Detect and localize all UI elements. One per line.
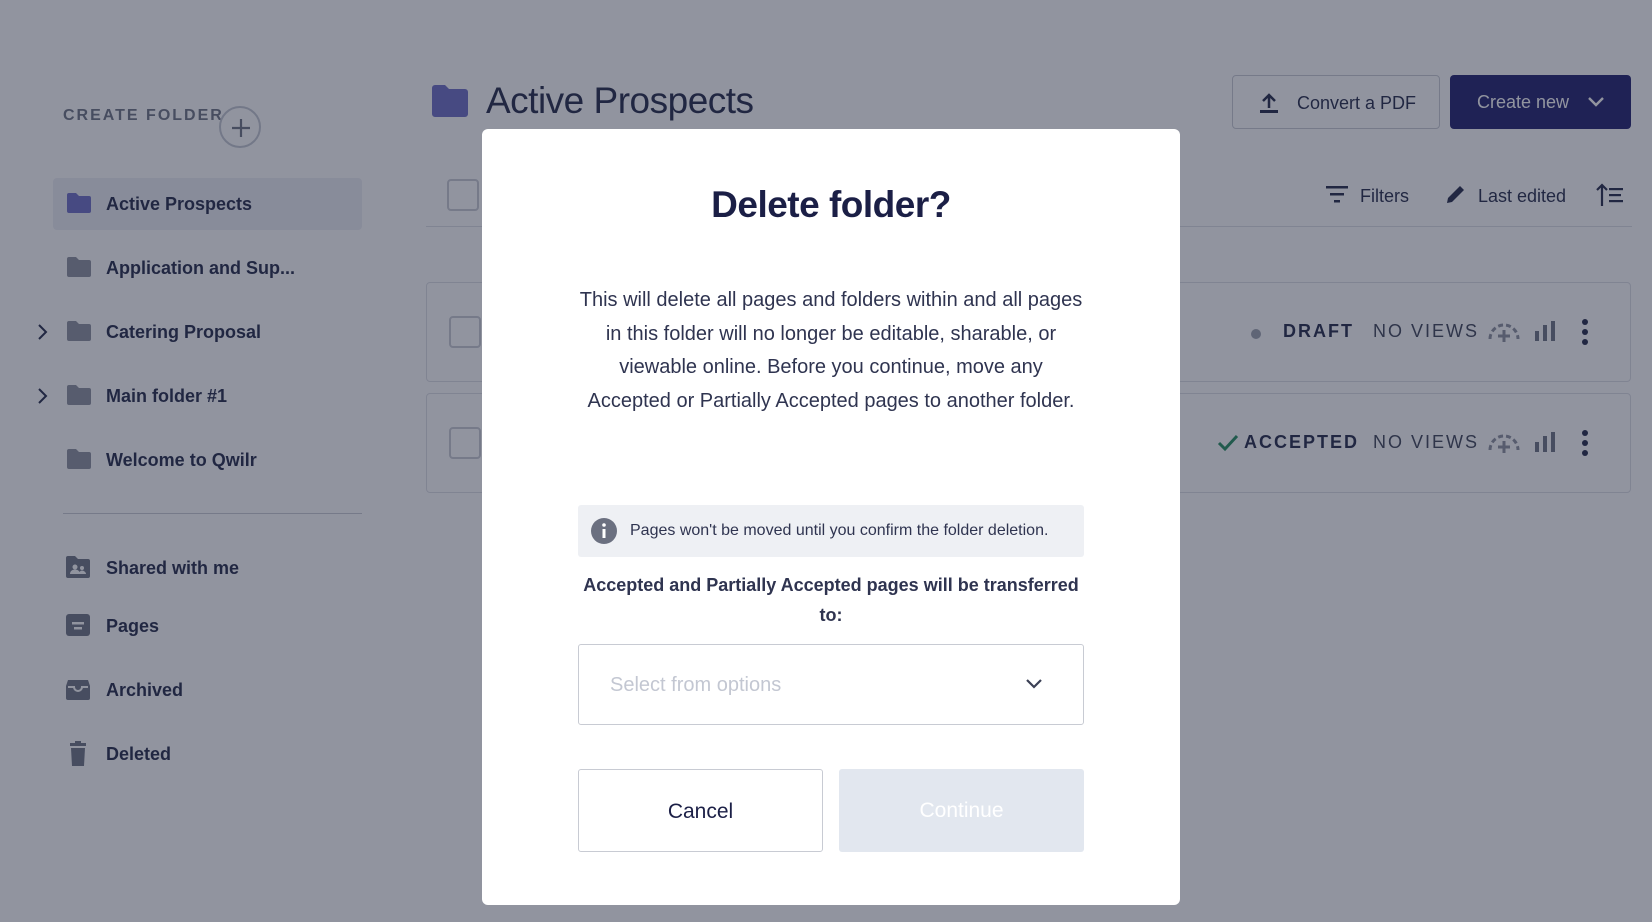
continue-label: Continue — [919, 799, 1004, 822]
info-text: Pages won't be moved until you confirm t… — [630, 522, 1049, 539]
destination-folder-select[interactable]: Select from options — [578, 644, 1084, 725]
chevron-down-icon — [1026, 679, 1042, 689]
cancel-button[interactable]: Cancel — [578, 769, 823, 852]
continue-button[interactable]: Continue — [839, 769, 1084, 852]
transfer-label: Accepted and Partially Accepted pages wi… — [583, 575, 1079, 625]
info-icon — [591, 518, 617, 544]
select-placeholder: Select from options — [610, 674, 782, 696]
dialog-title: Delete folder? — [711, 184, 951, 225]
info-callout: Pages won't be moved until you confirm t… — [578, 505, 1084, 557]
cancel-label: Cancel — [667, 800, 734, 823]
app: CREATE FOLDER Active Prospects Applicati… — [0, 0, 1652, 922]
dialog-body: This will delete all pages and folders w… — [579, 289, 1083, 412]
delete-folder-dialog: Delete folder? This will delete all page… — [482, 129, 1180, 905]
